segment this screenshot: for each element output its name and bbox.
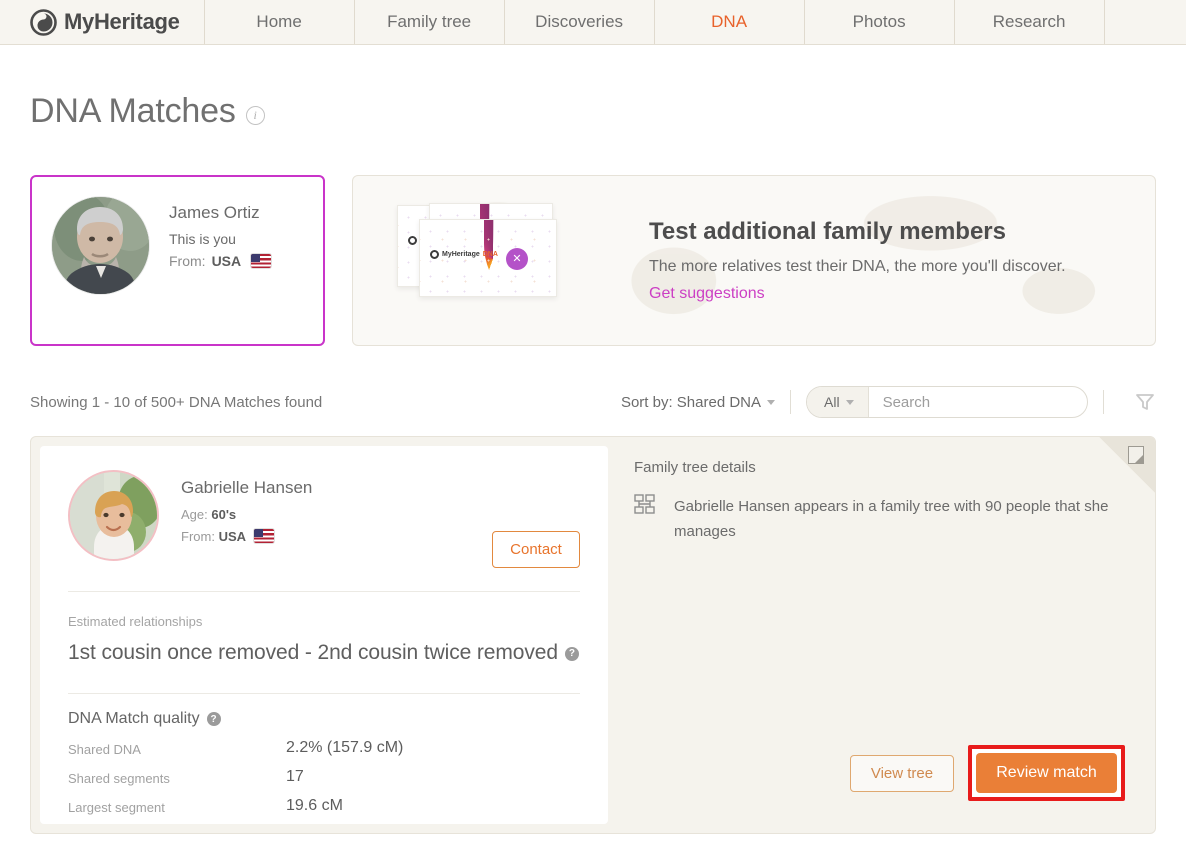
sort-by-label: Sort by: Shared DNA <box>621 394 761 411</box>
page-content: DNA Matches i <box>0 92 1186 834</box>
estimated-relationships-row: 1st cousin once removed - 2nd cousin twi… <box>68 636 580 670</box>
quality-key: Largest segment <box>68 797 286 815</box>
filter-funnel-icon[interactable] <box>1134 391 1156 413</box>
profile-origin: From: USA <box>169 253 271 269</box>
quality-key: Shared segments <box>68 768 286 786</box>
estimated-relationships-value: 1st cousin once removed - 2nd cousin twi… <box>68 641 558 664</box>
my-profile-card[interactable]: James Ortiz This is you From: USA <box>30 175 325 346</box>
review-match-button[interactable]: Review match <box>976 753 1117 793</box>
promo-heading: Test additional family members <box>649 218 1066 246</box>
results-toolbar: Showing 1 - 10 of 500+ DNA Matches found… <box>30 386 1156 418</box>
dna-match-card: Gabrielle Hansen Age: 60's From: USA Con… <box>30 436 1156 834</box>
dna-kit-box-front: MyHeritage DNA ✕ <box>419 219 557 297</box>
dna-match-quality-title: DNA Match quality ? <box>68 710 580 728</box>
nav-item-discoveries[interactable]: Discoveries <box>505 0 655 44</box>
divider-2 <box>68 693 580 694</box>
kit-logo-text: MyHeritage <box>442 251 480 258</box>
toolbar-controls: Sort by: Shared DNA All <box>621 386 1156 418</box>
match-from-value: USA <box>219 529 246 544</box>
quality-value: 19.6 cM <box>286 797 343 815</box>
avatar <box>52 197 149 294</box>
dna-match-quality-label: DNA Match quality <box>68 710 200 728</box>
match-origin: From: USA <box>181 529 312 544</box>
family-tree-details-text: Gabrielle Hansen appears in a family tre… <box>674 494 1114 544</box>
kit-badge-icon: ✕ <box>506 248 528 270</box>
match-actions: View tree Review match <box>850 745 1125 801</box>
promo-text: Test additional family members The more … <box>649 218 1066 303</box>
profile-name: James Ortiz <box>169 203 271 223</box>
table-row: Largest segment 19.6 cM <box>68 797 580 815</box>
chevron-down-icon <box>846 400 854 405</box>
search-scope-dropdown[interactable]: All <box>807 387 869 417</box>
brand-name: MyHeritage <box>64 9 180 35</box>
match-age: Age: 60's <box>181 507 312 522</box>
match-info: Gabrielle Hansen Age: 60's From: USA <box>181 470 312 551</box>
match-age-value: 60's <box>211 507 236 522</box>
nav-item-home[interactable]: Home <box>205 0 355 44</box>
dna-kit-illustration: My MyHeritage DNA ✕ <box>375 181 625 341</box>
promo-banner: My MyHeritage DNA ✕ <box>352 175 1156 346</box>
profile-from-label: From: <box>169 253 206 269</box>
estimated-relationships-label: Estimated relationships <box>68 614 580 629</box>
note-corner-icon[interactable] <box>1128 446 1144 464</box>
search-input[interactable] <box>869 394 1088 411</box>
page-title-text: DNA Matches <box>30 92 236 131</box>
family-tree-details-title: Family tree details <box>634 459 1125 476</box>
kit-logo-dna-text: DNA <box>483 251 498 258</box>
get-suggestions-link[interactable]: Get suggestions <box>649 285 1066 303</box>
results-count: Showing 1 - 10 of 500+ DNA Matches found <box>30 394 322 411</box>
match-details-panel: Gabrielle Hansen Age: 60's From: USA Con… <box>40 446 608 824</box>
match-name[interactable]: Gabrielle Hansen <box>181 478 312 498</box>
quality-key: Shared DNA <box>68 739 286 757</box>
chevron-down-icon <box>767 400 775 405</box>
page-title: DNA Matches i <box>30 92 1156 131</box>
search-scope-label: All <box>824 394 840 410</box>
match-age-label: Age: <box>181 507 208 522</box>
nav-items: Home Family tree Discoveries DNA Photos … <box>205 0 1186 44</box>
profile-from-value: USA <box>212 253 242 269</box>
view-tree-button[interactable]: View tree <box>850 755 954 792</box>
match-from-label: From: <box>181 529 215 544</box>
family-tree-panel: Family tree details Gabrielle Hansen app… <box>608 437 1155 833</box>
avatar[interactable] <box>68 470 159 561</box>
nav-item-family-tree[interactable]: Family tree <box>355 0 505 44</box>
usa-flag-icon <box>254 529 274 543</box>
nav-item-research[interactable]: Research <box>955 0 1105 44</box>
myheritage-logo-icon <box>30 9 57 36</box>
toolbar-divider-2 <box>1103 390 1104 414</box>
family-tree-details-row: Gabrielle Hansen appears in a family tre… <box>634 494 1125 544</box>
hero-row: James Ortiz This is you From: USA My <box>30 175 1156 346</box>
brand-logo[interactable]: MyHeritage <box>0 0 205 44</box>
toolbar-divider <box>790 390 791 414</box>
quality-value: 2.2% (157.9 cM) <box>286 739 403 757</box>
table-row: Shared segments 17 <box>68 768 580 786</box>
profile-subtitle: This is you <box>169 231 271 247</box>
nav-item-dna[interactable]: DNA <box>655 0 805 44</box>
family-tree-icon <box>634 494 656 544</box>
usa-flag-icon <box>251 254 271 268</box>
info-icon[interactable]: i <box>246 106 265 125</box>
promo-body: The more relatives test their DNA, the m… <box>649 258 1066 276</box>
divider <box>68 591 580 592</box>
review-match-highlight: Review match <box>968 745 1125 801</box>
sort-by-dropdown[interactable]: Sort by: Shared DNA <box>621 394 775 411</box>
top-navigation-bar: MyHeritage Home Family tree Discoveries … <box>0 0 1186 45</box>
kit-logo-mark-icon <box>430 250 439 259</box>
quality-value: 17 <box>286 768 304 786</box>
profile-info: James Ortiz This is you From: USA <box>169 197 271 269</box>
contact-button[interactable]: Contact <box>492 531 580 568</box>
help-icon[interactable]: ? <box>207 712 221 726</box>
search-box: All <box>806 386 1088 418</box>
help-icon[interactable]: ? <box>565 647 579 661</box>
corner-ribbon <box>1099 437 1155 493</box>
nav-item-photos[interactable]: Photos <box>805 0 955 44</box>
table-row: Shared DNA 2.2% (157.9 cM) <box>68 739 580 757</box>
